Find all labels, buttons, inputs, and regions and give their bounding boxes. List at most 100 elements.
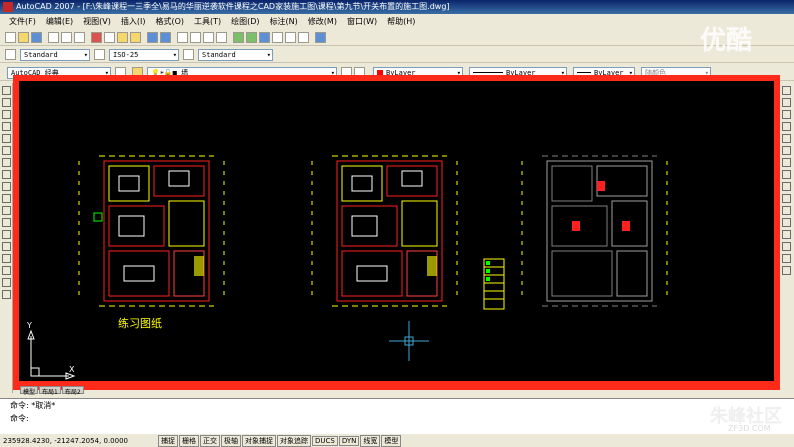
floor-plan-3[interactable]	[521, 155, 668, 307]
save-icon[interactable]	[31, 32, 42, 43]
otrack-toggle[interactable]: 对象追踪	[277, 434, 311, 447]
tab-model[interactable]: 模型	[20, 386, 39, 396]
lineweight-preview-icon	[577, 72, 591, 73]
menu-dimension[interactable]: 标注(N)	[265, 16, 303, 27]
scale-icon[interactable]	[782, 170, 791, 179]
mtext-icon[interactable]	[2, 290, 11, 299]
table-icon[interactable]	[2, 278, 11, 287]
menu-window[interactable]: 窗口(W)	[342, 16, 382, 27]
fillet-icon[interactable]	[782, 254, 791, 263]
array-icon[interactable]	[782, 134, 791, 143]
floor-plan-2[interactable]	[311, 155, 458, 307]
coordinates-readout: 235928.4230, -21247.2054, 0.0000	[3, 436, 128, 445]
polyline-icon[interactable]	[2, 110, 11, 119]
dim-style-icon	[94, 49, 105, 60]
text-style-icon	[5, 49, 16, 60]
menu-draw[interactable]: 绘图(D)	[226, 16, 264, 27]
publish-icon[interactable]	[74, 32, 85, 43]
polar-toggle[interactable]: 极轴	[221, 434, 241, 447]
help-icon[interactable]	[315, 32, 326, 43]
region-icon[interactable]	[2, 266, 11, 275]
rotate-icon[interactable]	[782, 158, 791, 167]
floor-plan-1[interactable]	[78, 155, 225, 307]
redo-icon[interactable]	[160, 32, 171, 43]
extend-icon[interactable]	[782, 206, 791, 215]
window-title: AutoCAD 2007 - [F:\朱峰课程一三季全\易马的华丽逆袭软件课程之…	[16, 2, 450, 11]
zoom-previous-icon[interactable]	[216, 32, 227, 43]
arc-icon[interactable]	[2, 146, 11, 155]
ducs-toggle[interactable]: DUCS	[312, 435, 338, 446]
insert-block-icon[interactable]	[2, 206, 11, 215]
table-style-icon	[183, 49, 194, 60]
command-prompt[interactable]: 命令:	[0, 412, 794, 425]
tool-palettes-icon[interactable]	[259, 32, 270, 43]
trim-icon[interactable]	[782, 194, 791, 203]
table-style-select[interactable]: Standard	[198, 48, 273, 61]
chamfer-icon[interactable]	[782, 242, 791, 251]
drawing-canvas[interactable]: Y X 练习图纸	[19, 81, 774, 381]
dim-style-select[interactable]: ISO-25	[109, 48, 179, 61]
properties-icon[interactable]	[233, 32, 244, 43]
new-file-icon[interactable]	[5, 32, 16, 43]
offset-icon[interactable]	[782, 122, 791, 131]
tab-layout2[interactable]: 布局2	[61, 386, 84, 396]
rectangle-icon[interactable]	[2, 134, 11, 143]
pan-icon[interactable]	[177, 32, 188, 43]
make-block-icon[interactable]	[2, 218, 11, 227]
zoom-window-icon[interactable]	[203, 32, 214, 43]
model-toggle[interactable]: 模型	[381, 434, 402, 447]
menu-tools[interactable]: 工具(T)	[189, 16, 226, 27]
menu-view[interactable]: 视图(V)	[78, 16, 116, 27]
copy-object-icon[interactable]	[782, 98, 791, 107]
sheet-set-icon[interactable]	[272, 32, 283, 43]
gradient-icon[interactable]	[2, 254, 11, 263]
line-tool-icon[interactable]	[2, 86, 11, 95]
tab-layout1[interactable]: 布局1	[39, 386, 61, 396]
ellipse-icon[interactable]	[2, 194, 11, 203]
ortho-toggle[interactable]: 正交	[200, 434, 220, 447]
hatch-icon[interactable]	[2, 242, 11, 251]
construction-line-icon[interactable]	[2, 98, 11, 107]
erase-icon[interactable]	[782, 86, 791, 95]
menu-file[interactable]: 文件(F)	[4, 16, 41, 27]
modify-toolbar	[780, 83, 794, 393]
cut-icon[interactable]	[91, 32, 102, 43]
drawing-label: 练习图纸	[118, 317, 162, 330]
open-folder-icon[interactable]	[18, 32, 29, 43]
break-icon[interactable]	[782, 218, 791, 227]
paste-icon[interactable]	[117, 32, 128, 43]
spline-icon[interactable]	[2, 182, 11, 191]
print-preview-icon[interactable]	[61, 32, 72, 43]
zoom-realtime-icon[interactable]	[190, 32, 201, 43]
text-style-select[interactable]: Standard	[20, 48, 90, 61]
stretch-icon[interactable]	[782, 182, 791, 191]
command-window[interactable]: 命令: *取消* 命令:	[0, 398, 794, 434]
calculator-icon[interactable]	[298, 32, 309, 43]
symbol-legend-table[interactable]	[483, 258, 505, 310]
grid-toggle[interactable]: 栅格	[179, 434, 199, 447]
dyn-toggle[interactable]: DYN	[338, 435, 360, 446]
match-properties-icon[interactable]	[130, 32, 141, 43]
menu-format[interactable]: 格式(O)	[150, 16, 189, 27]
menu-help[interactable]: 帮助(H)	[382, 16, 420, 27]
undo-icon[interactable]	[147, 32, 158, 43]
design-center-icon[interactable]	[246, 32, 257, 43]
print-icon[interactable]	[48, 32, 59, 43]
move-icon[interactable]	[782, 146, 791, 155]
markup-icon[interactable]	[285, 32, 296, 43]
revision-cloud-icon[interactable]	[2, 170, 11, 179]
copy-icon[interactable]	[104, 32, 115, 43]
lineweight-toggle[interactable]: 线宽	[360, 434, 381, 447]
polygon-icon[interactable]	[2, 122, 11, 131]
mirror-icon[interactable]	[782, 110, 791, 119]
circle-icon[interactable]	[2, 158, 11, 167]
menu-insert[interactable]: 插入(I)	[116, 16, 151, 27]
layout-tabs: 模型 布局1 布局2	[20, 386, 85, 396]
menu-modify[interactable]: 修改(M)	[303, 16, 342, 27]
explode-icon[interactable]	[782, 266, 791, 275]
snap-toggle[interactable]: 捕捉	[158, 434, 178, 447]
menu-edit[interactable]: 编辑(E)	[41, 16, 78, 27]
osnap-toggle[interactable]: 对象捕捉	[242, 434, 276, 447]
point-icon[interactable]	[2, 230, 11, 239]
join-icon[interactable]	[782, 230, 791, 239]
